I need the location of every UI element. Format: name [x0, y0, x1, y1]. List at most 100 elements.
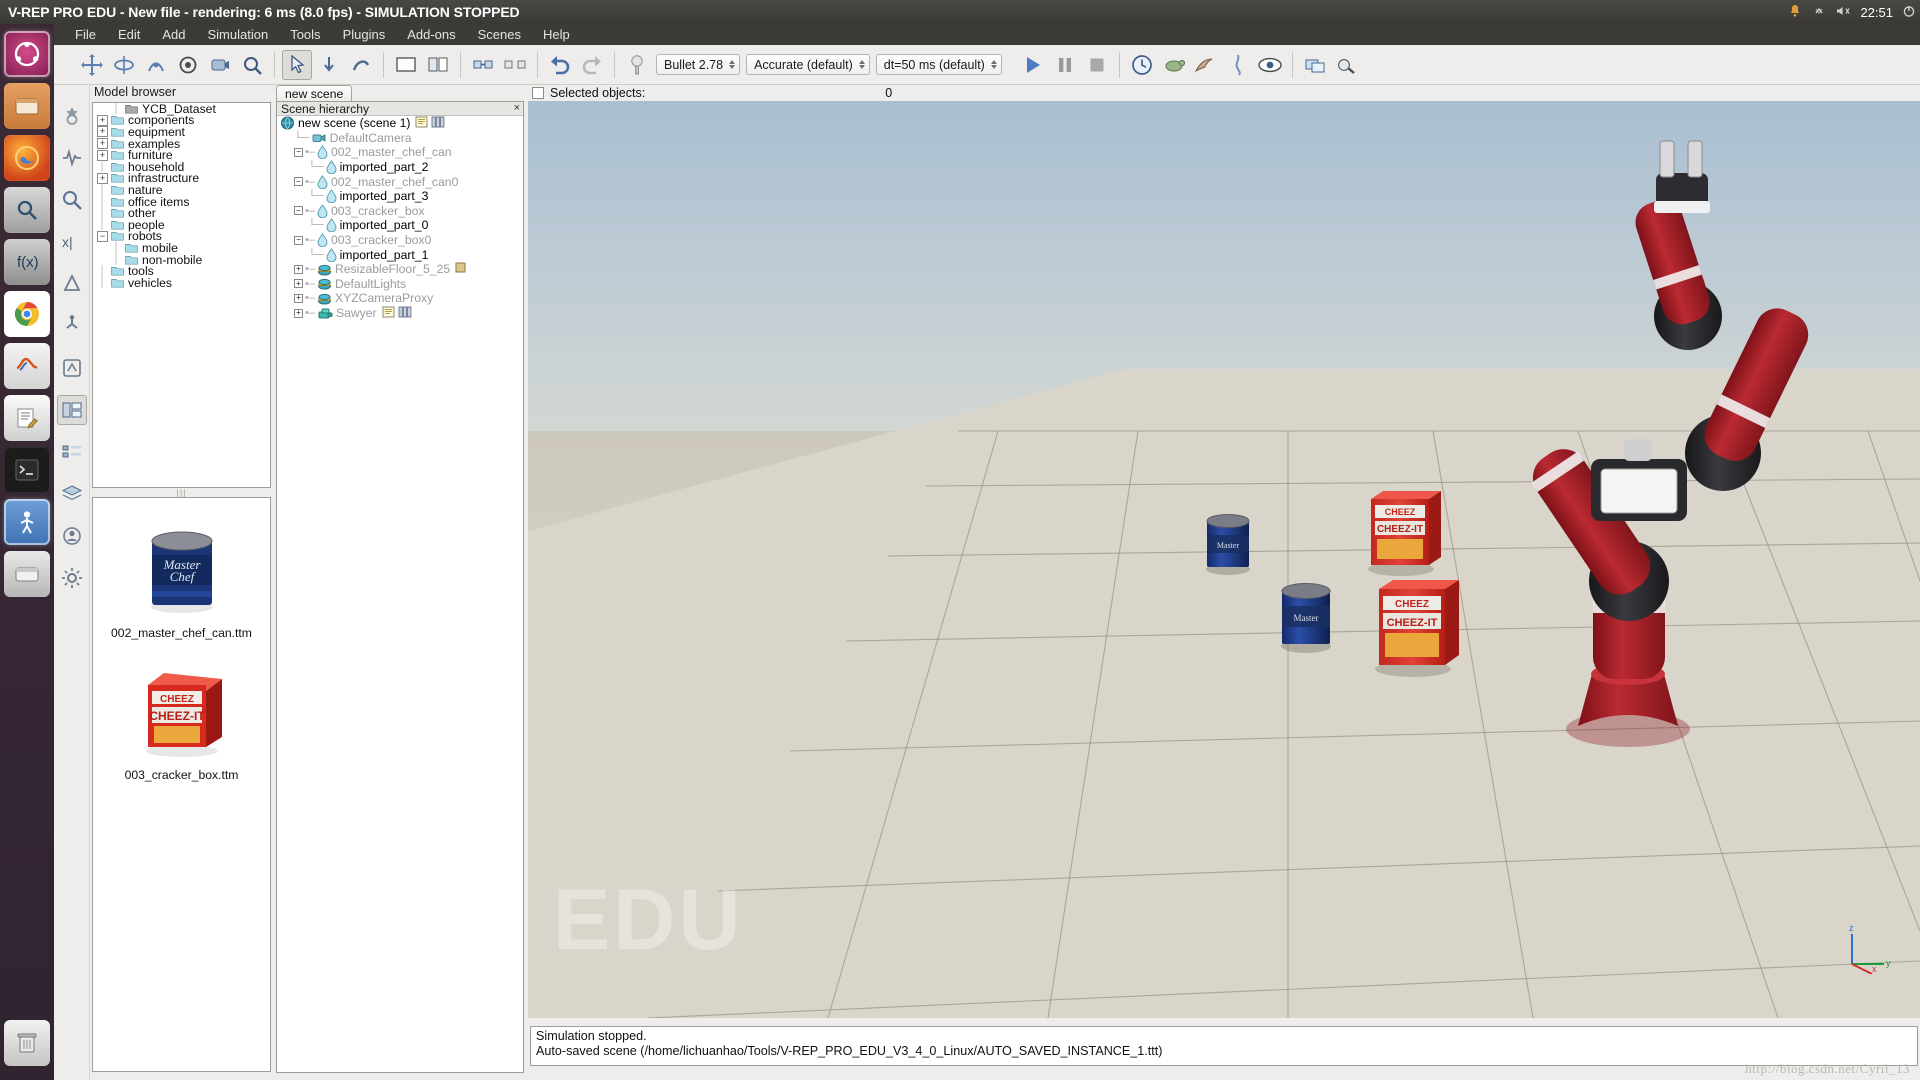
realtime-clock-icon[interactable]: [1127, 50, 1157, 80]
model-browser-node[interactable]: + infrastructure: [93, 171, 270, 185]
launcher-item-chrome[interactable]: [4, 291, 50, 337]
view-layout-icon[interactable]: [423, 50, 453, 80]
scene-hierarchy-row[interactable]: − •– 003_cracker_box: [277, 204, 523, 219]
scene-hierarchy-row[interactable]: └─ imported_part_0: [277, 218, 523, 233]
path-edit-icon[interactable]: [57, 353, 87, 383]
scene-hierarchy-tree[interactable]: new scene (scene 1) └─ DefaultCamera − •– 002…: [277, 116, 523, 320]
user-settings-icon[interactable]: [57, 521, 87, 551]
page-selector-icon[interactable]: [391, 50, 421, 80]
menu-simulation[interactable]: Simulation: [197, 25, 280, 44]
launcher-item-settings-tool[interactable]: f(x): [4, 239, 50, 285]
close-icon[interactable]: ×: [514, 103, 520, 114]
scene-hierarchy-row[interactable]: └─ imported_part_1: [277, 247, 523, 262]
camera-rotate-icon[interactable]: [205, 50, 235, 80]
bell-icon[interactable]: [1787, 3, 1803, 22]
simulation-dt-select[interactable]: dt=50 ms (default): [875, 54, 1002, 75]
slow-speed-icon[interactable]: [1159, 50, 1189, 80]
menu-add-ons[interactable]: Add-ons: [396, 25, 466, 44]
vertex-select-icon[interactable]: [314, 50, 344, 80]
launcher-item-search-tool[interactable]: [4, 187, 50, 233]
stop-simulation-icon[interactable]: [1082, 50, 1112, 80]
move-object-icon[interactable]: [77, 50, 107, 80]
launcher-item-files-manager[interactable]: [4, 83, 50, 129]
expand-icon[interactable]: +: [97, 149, 108, 161]
power-icon[interactable]: [1902, 4, 1916, 21]
launcher-item-text-editor[interactable]: [4, 395, 50, 441]
model-browser-node[interactable]: │ other: [93, 206, 270, 220]
scene-hierarchy-row[interactable]: − •– 003_cracker_box0: [277, 233, 523, 248]
model-browser-node[interactable]: │ vehicles: [93, 276, 270, 290]
start-simulation-icon[interactable]: [1018, 50, 1048, 80]
undo-icon[interactable]: [545, 50, 575, 80]
menu-edit[interactable]: Edit: [107, 25, 151, 44]
model-browser-toggle-icon[interactable]: [56, 395, 87, 425]
scene-hierarchy-row[interactable]: + •– Sawyer: [277, 306, 523, 321]
edge-select-icon[interactable]: [346, 50, 376, 80]
redo-icon[interactable]: [577, 50, 607, 80]
model-browser-splitter[interactable]: |||: [92, 488, 271, 498]
model-browser-items[interactable]: Master Chef 002_master_chef_can.ttm CHEEZ CH…: [92, 497, 271, 1072]
shape-edit-icon[interactable]: [57, 269, 87, 299]
select-pointer-icon[interactable]: [282, 49, 312, 80]
expand-icon[interactable]: +: [294, 264, 303, 274]
script-icon[interactable]: x|: [57, 227, 87, 257]
model-browser-node[interactable]: + examples: [93, 137, 270, 151]
model-browser-node[interactable]: − robots: [93, 229, 270, 243]
dynamics-icon[interactable]: [57, 311, 87, 341]
menu-help[interactable]: Help: [532, 25, 581, 44]
engine-precision-select[interactable]: Accurate (default): [746, 54, 870, 75]
calculation-modules-icon[interactable]: [57, 143, 87, 173]
disassemble-icon[interactable]: [500, 50, 530, 80]
scene-hierarchy-toggle-icon[interactable]: [57, 437, 87, 467]
camera-zoom-icon[interactable]: [237, 50, 267, 80]
launcher-item-software-center[interactable]: [4, 551, 50, 597]
layers-icon[interactable]: [57, 479, 87, 509]
camera-shift-icon[interactable]: [173, 50, 203, 80]
collapse-icon[interactable]: −: [294, 235, 303, 245]
expand-icon[interactable]: +: [97, 126, 108, 138]
page-icon[interactable]: [428, 116, 445, 131]
collapse-icon[interactable]: −: [294, 206, 303, 216]
pause-simulation-icon[interactable]: [1050, 50, 1080, 80]
scene-hierarchy-row[interactable]: + •– XYZCameraProxy: [277, 291, 523, 306]
scene-tab[interactable]: new scene: [276, 85, 353, 102]
model-browser-node[interactable]: + equipment: [93, 125, 270, 139]
model-tag-icon[interactable]: [450, 262, 466, 276]
scene-layers-icon[interactable]: [1300, 50, 1330, 80]
collection-icon[interactable]: [57, 185, 87, 215]
fast-speed-icon[interactable]: [1191, 50, 1221, 80]
script-icon[interactable]: [410, 116, 428, 131]
model-browser-item[interactable]: CHEEZ CHEEZ-IT 003_cracker_box.ttm: [93, 640, 270, 782]
network-icon[interactable]: [1812, 4, 1826, 21]
menu-tools[interactable]: Tools: [279, 25, 331, 44]
scene-hierarchy-row[interactable]: + •– ResizableFloor_5_25: [277, 262, 523, 277]
model-browser-node[interactable]: │ tools: [93, 264, 270, 278]
expand-icon[interactable]: +: [294, 293, 303, 303]
physics-engine-select[interactable]: Bullet 2.78: [656, 54, 741, 75]
scene-hierarchy-row[interactable]: + •– DefaultLights: [277, 277, 523, 292]
page-icon[interactable]: [395, 306, 412, 321]
model-browser-node[interactable]: │ non-mobile: [93, 253, 270, 267]
scene-hierarchy-row[interactable]: └─ imported_part_2: [277, 160, 523, 175]
assemble-icon[interactable]: [468, 50, 498, 80]
scene-hierarchy-row[interactable]: └─ imported_part_3: [277, 189, 523, 204]
visualize-icon[interactable]: [1255, 50, 1285, 80]
clock-label[interactable]: 22:51: [1860, 5, 1893, 20]
expand-icon[interactable]: +: [97, 138, 108, 150]
expand-icon[interactable]: +: [97, 172, 108, 184]
engine-indicator-icon[interactable]: [622, 50, 652, 80]
model-browser-node[interactable]: │ office items: [93, 195, 270, 209]
collapse-icon[interactable]: −: [294, 147, 303, 157]
model-dialog-icon[interactable]: [1332, 50, 1362, 80]
launcher-item-vrep[interactable]: [4, 499, 50, 545]
launcher-item-terminal[interactable]: [4, 447, 50, 493]
expand-icon[interactable]: +: [97, 114, 108, 126]
launcher-item-ubuntu-dash[interactable]: [4, 31, 50, 77]
model-browser-item[interactable]: Master Chef 002_master_chef_can.ttm: [93, 498, 270, 640]
scene-object-properties-icon[interactable]: [57, 101, 87, 131]
status-bar[interactable]: Simulation stopped. Auto-saved scene (/h…: [530, 1026, 1918, 1066]
model-browser-tree[interactable]: │ YCB_Dataset + components + equipment + exampl…: [92, 102, 271, 488]
launcher-item-firefox[interactable]: [4, 135, 50, 181]
collapse-icon[interactable]: −: [97, 230, 108, 242]
expand-icon[interactable]: +: [294, 308, 303, 318]
